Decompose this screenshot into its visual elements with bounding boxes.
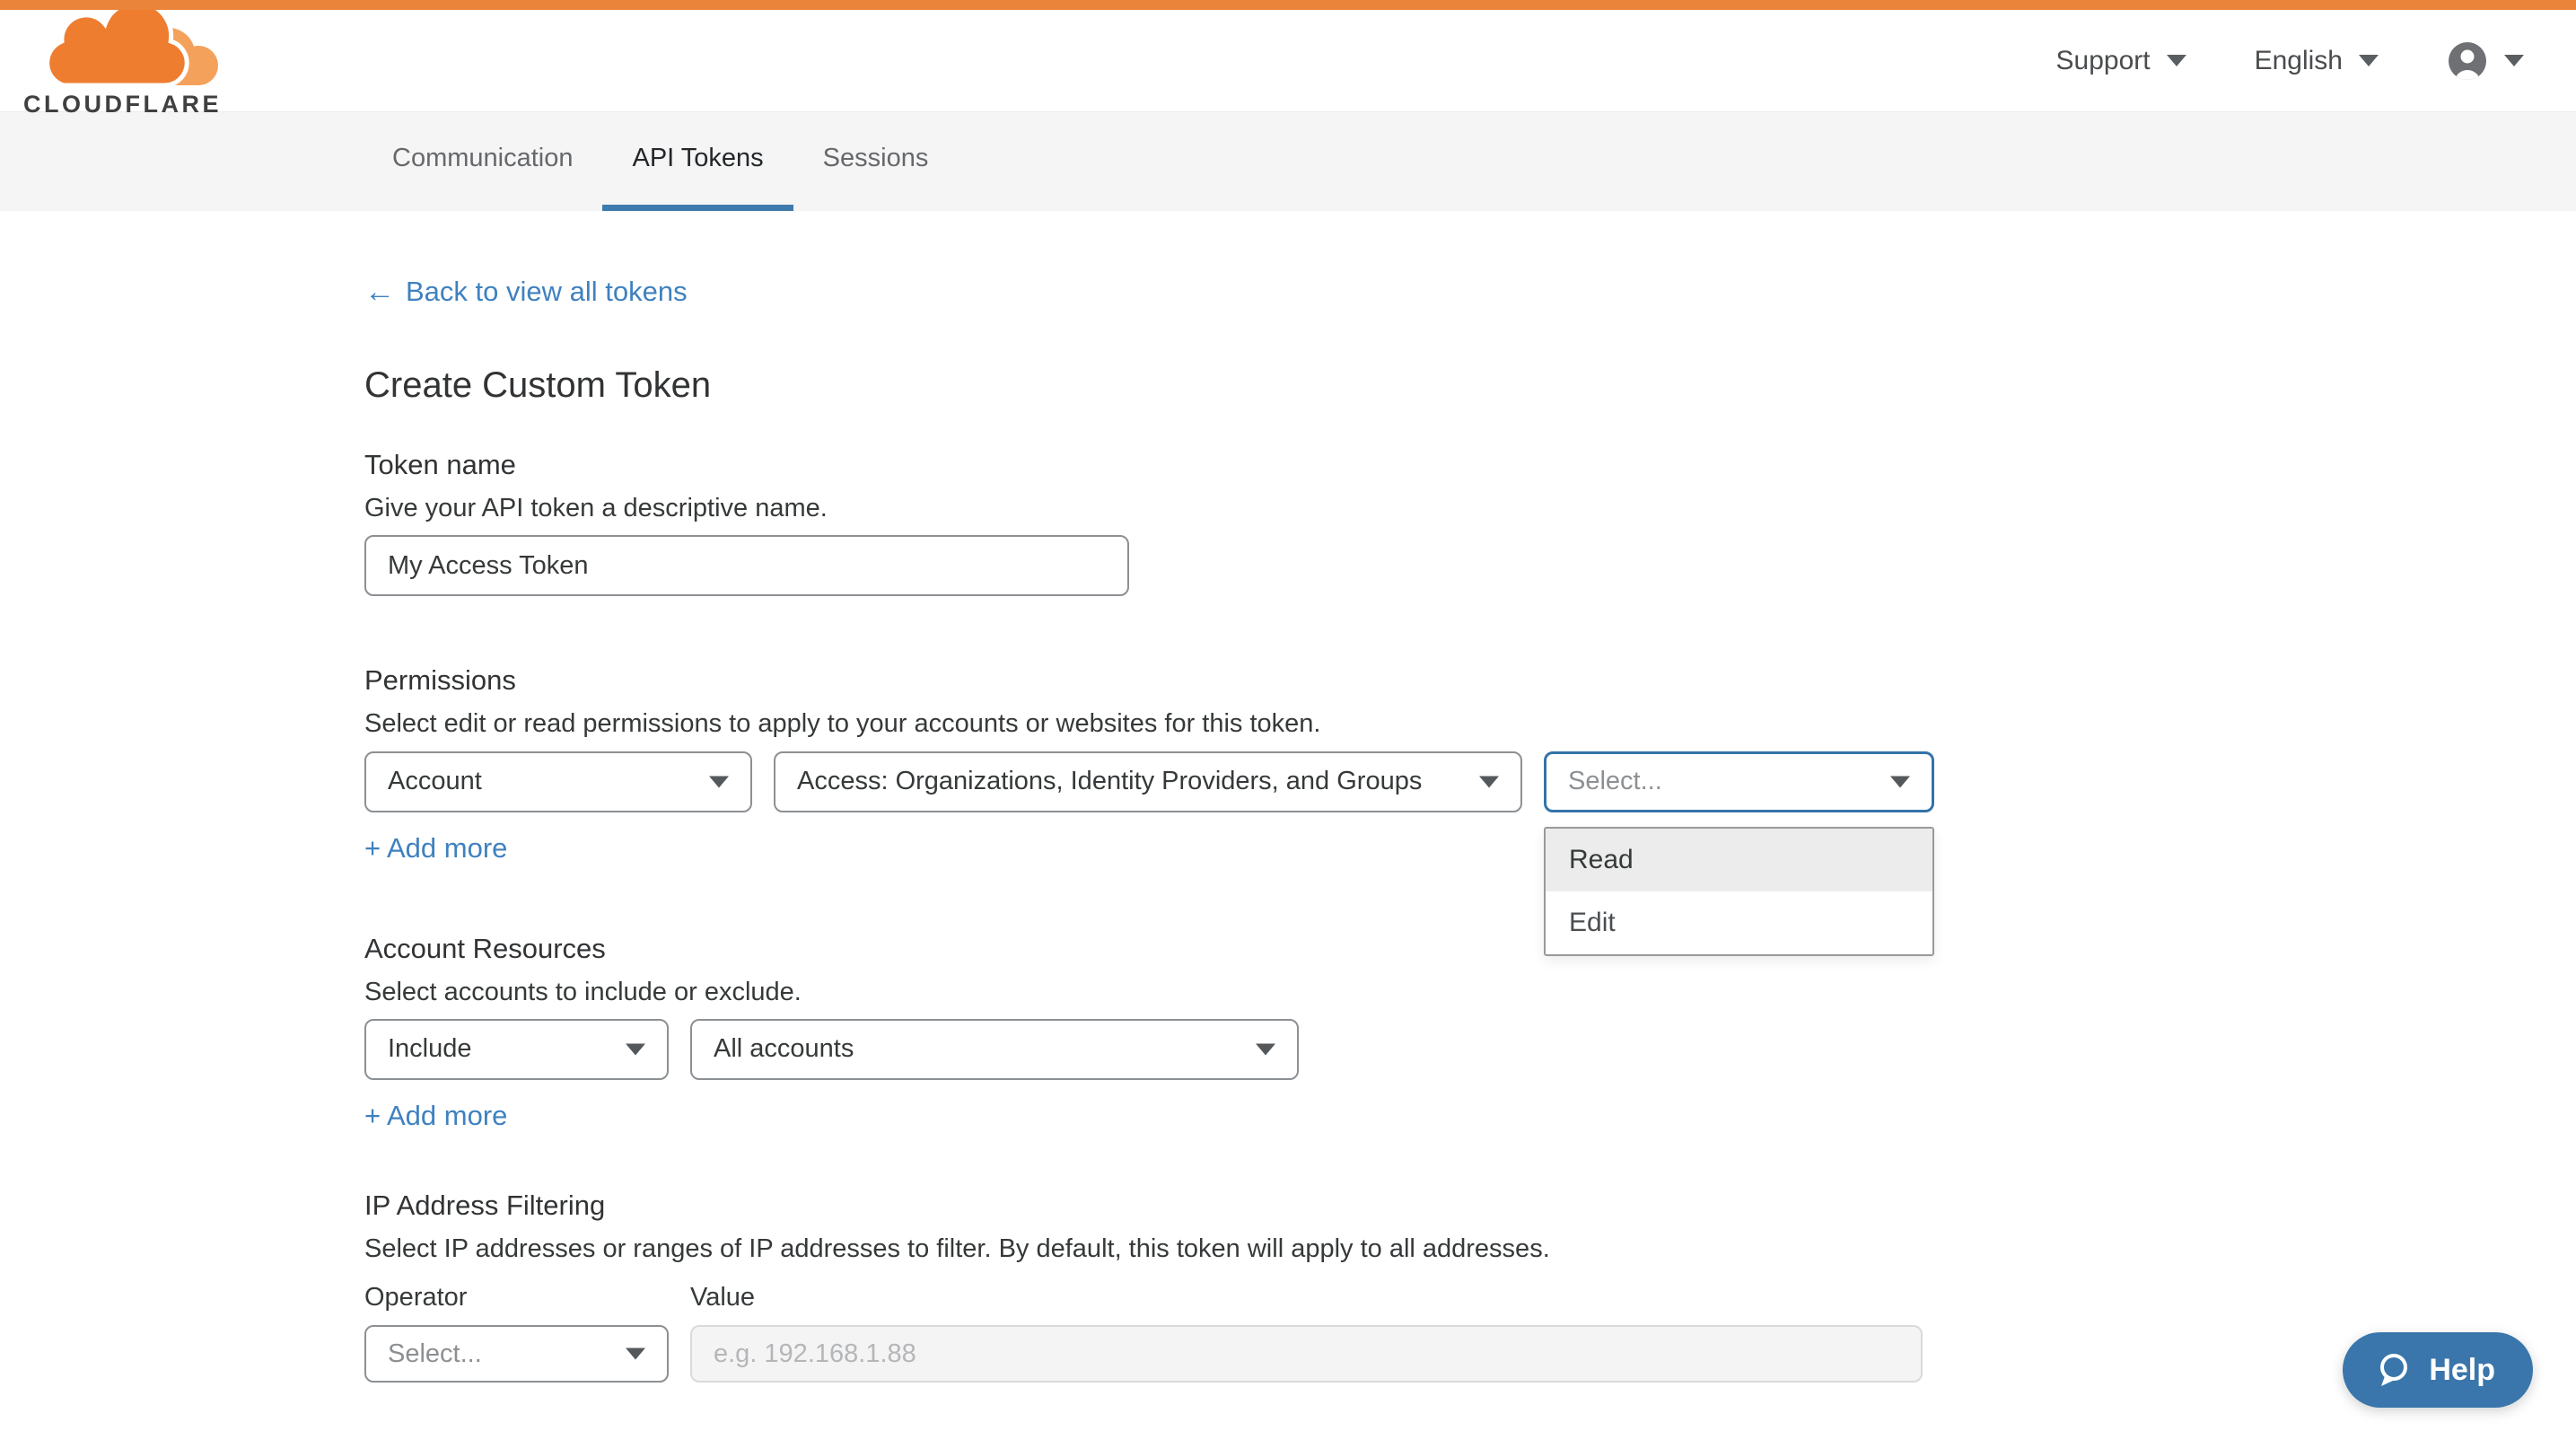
token-name-input[interactable] xyxy=(364,535,1129,596)
menu-option-edit[interactable]: Edit xyxy=(1546,891,1932,954)
accounts-value: All accounts xyxy=(714,1034,854,1064)
account-resources-heading: Account Resources xyxy=(364,933,2576,965)
permission-level-placeholder: Select... xyxy=(1568,767,1662,796)
permission-group-value: Access: Organizations, Identity Provider… xyxy=(797,767,1422,796)
permissions-heading: Permissions xyxy=(364,664,2576,697)
chevron-down-icon xyxy=(2167,55,2186,66)
main-content: ← Back to view all tokens Create Custom … xyxy=(0,211,2576,1383)
account-resources-row: Include All accounts xyxy=(364,1019,2576,1080)
ip-filtering-section: IP Address Filtering Select IP addresses… xyxy=(364,1190,2576,1383)
permission-group-dropdown[interactable]: Access: Organizations, Identity Provider… xyxy=(774,751,1522,812)
chevron-down-icon xyxy=(1479,776,1499,787)
permissions-description: Select edit or read permissions to apply… xyxy=(364,707,2576,740)
support-label: Support xyxy=(2056,46,2151,76)
user-menu[interactable] xyxy=(2447,40,2524,82)
back-arrow-icon: ← xyxy=(364,277,395,307)
menu-option-read[interactable]: Read xyxy=(1546,829,1932,891)
account-resources-section: Account Resources Select accounts to inc… xyxy=(364,933,2576,1132)
chevron-down-icon xyxy=(626,1043,645,1055)
include-exclude-value: Include xyxy=(388,1034,472,1064)
chevron-down-icon xyxy=(1890,776,1910,787)
account-resources-description: Select accounts to include or exclude. xyxy=(364,976,2576,1008)
cloudflare-logo[interactable]: CLOUDFLARE xyxy=(23,4,222,117)
help-label: Help xyxy=(2429,1353,2495,1388)
help-button[interactable]: Help xyxy=(2343,1332,2533,1408)
chevron-down-icon xyxy=(626,1348,645,1360)
chevron-down-icon xyxy=(1256,1043,1275,1055)
support-dropdown[interactable]: Support xyxy=(2056,46,2186,76)
value-label: Value xyxy=(690,1283,755,1312)
permissions-row: Account Access: Organizations, Identity … xyxy=(364,751,2576,812)
chevron-down-icon xyxy=(2504,55,2524,66)
header-nav: Support English xyxy=(2056,40,2524,82)
account-resources-add-more-link[interactable]: + Add more xyxy=(364,1100,507,1132)
tab-bar: Communication API Tokens Sessions xyxy=(0,112,2576,211)
ip-filtering-labels: Operator Value xyxy=(364,1283,2576,1312)
back-link-label: Back to view all tokens xyxy=(406,276,688,308)
tab-api-tokens[interactable]: API Tokens xyxy=(602,112,793,211)
ip-filtering-controls: Select... xyxy=(364,1325,2576,1383)
token-name-description: Give your API token a descriptive name. xyxy=(364,492,2576,524)
cloudflare-logo-text: CLOUDFLARE xyxy=(23,92,222,117)
permission-scope-dropdown[interactable]: Account xyxy=(364,751,752,812)
operator-dropdown[interactable]: Select... xyxy=(364,1325,669,1383)
ip-value-input[interactable] xyxy=(690,1325,1923,1383)
accounts-dropdown[interactable]: All accounts xyxy=(690,1019,1299,1080)
permissions-add-more-link[interactable]: + Add more xyxy=(364,832,507,865)
chat-bubble-icon xyxy=(2373,1350,2413,1390)
tab-communication[interactable]: Communication xyxy=(363,112,602,211)
chevron-down-icon xyxy=(709,776,729,787)
language-dropdown[interactable]: English xyxy=(2255,46,2379,76)
back-link[interactable]: ← Back to view all tokens xyxy=(364,276,688,308)
chevron-down-icon xyxy=(2359,55,2379,66)
permission-scope-value: Account xyxy=(388,767,482,796)
tab-sessions[interactable]: Sessions xyxy=(793,112,959,211)
operator-label: Operator xyxy=(364,1283,690,1312)
header: CLOUDFLARE Support English xyxy=(0,10,2576,112)
page-title: Create Custom Token xyxy=(364,365,2576,406)
language-label: English xyxy=(2255,46,2343,76)
permission-level-dropdown[interactable]: Select... xyxy=(1544,751,1934,812)
permission-level-menu: Read Edit xyxy=(1544,827,1934,956)
ip-filtering-description: Select IP addresses or ranges of IP addr… xyxy=(364,1233,2576,1265)
ip-filtering-heading: IP Address Filtering xyxy=(364,1190,2576,1222)
cloudflare-cloud-icon xyxy=(42,10,222,89)
include-exclude-dropdown[interactable]: Include xyxy=(364,1019,669,1080)
brand-accent-bar xyxy=(0,0,2576,10)
permissions-section: Permissions Select edit or read permissi… xyxy=(364,664,2576,864)
token-name-heading: Token name xyxy=(364,449,2576,481)
user-avatar-icon xyxy=(2447,40,2488,82)
operator-placeholder: Select... xyxy=(388,1339,482,1369)
